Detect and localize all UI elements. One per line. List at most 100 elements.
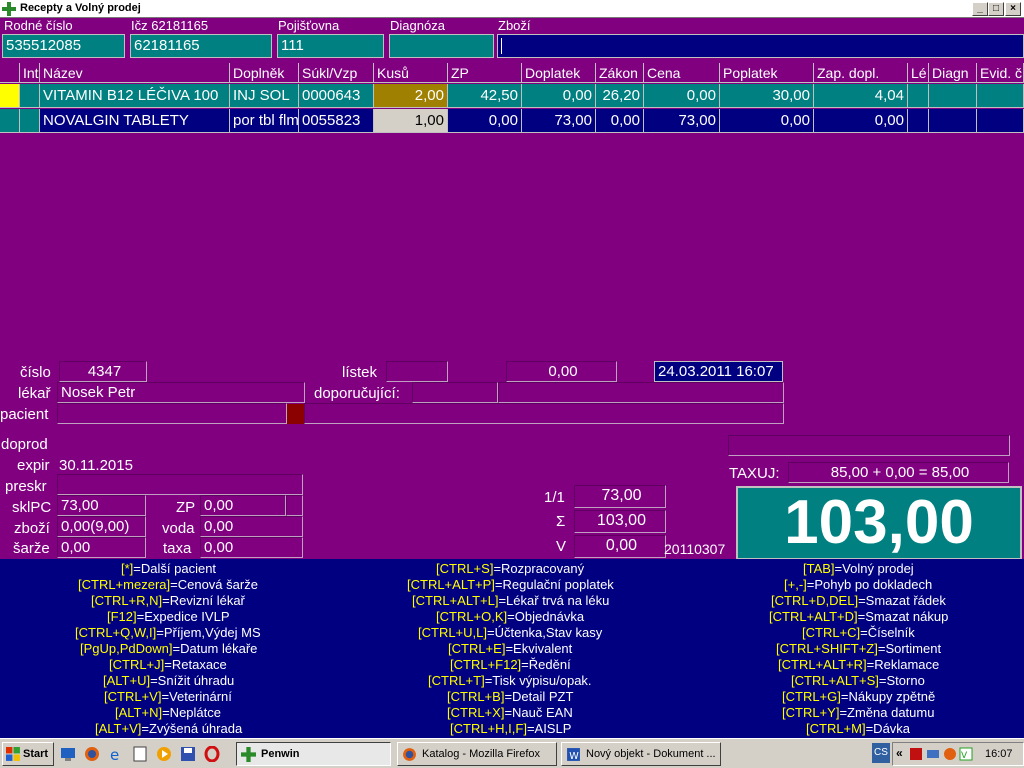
le-cell <box>908 109 929 133</box>
shortcut-key: [CTRL+V] <box>104 689 162 704</box>
col-header-zakon[interactable]: Zákon <box>596 63 644 83</box>
notepad-icon[interactable] <box>132 746 148 762</box>
table-row[interactable]: NOVALGIN TABLETY por tbl flm 0055823 1,0… <box>0 109 1024 133</box>
shortcut-item: [CTRL+SHIFT+Z]=Sortiment <box>776 641 941 656</box>
shortcut-text: =Pohyb po dokladech <box>806 577 933 592</box>
network-icon[interactable] <box>926 747 940 761</box>
lekar-field[interactable]: Nosek Petr <box>57 382 305 403</box>
sukl-cell: 0055823 <box>299 109 374 133</box>
kusu-cell[interactable]: 1,00 <box>374 109 448 133</box>
ie-icon[interactable]: e <box>108 746 124 762</box>
pharmacy-cross-icon <box>241 747 256 762</box>
media-player-icon[interactable] <box>156 746 172 762</box>
col-header-sukl[interactable]: Súkl/Vzp <box>299 63 374 83</box>
amount-field[interactable]: 0,00 <box>506 361 617 382</box>
cislo-field[interactable]: 4347 <box>59 361 147 382</box>
task-firefox[interactable]: Katalog - Mozilla Firefox <box>397 742 557 766</box>
system-tray: « V 16:07 <box>892 742 1024 766</box>
col-header-zp[interactable]: ZP <box>448 63 522 83</box>
shortcut-key: [CTRL+D,DEL] <box>771 593 859 608</box>
shortcut-text: =Snížit úhradu <box>150 673 235 688</box>
pdf-icon[interactable] <box>909 747 923 761</box>
save-disk-icon[interactable] <box>180 746 196 762</box>
tray-expand-icon[interactable]: « <box>896 746 903 760</box>
pacient-field[interactable] <box>57 403 287 424</box>
shortcut-key: [CTRL+R,N] <box>91 593 163 608</box>
antivirus-icon[interactable]: V <box>959 747 973 761</box>
col-header-int[interactable]: Int <box>20 63 40 83</box>
shortcut-key: [CTRL+SHIFT+Z] <box>776 641 878 656</box>
preskr-field[interactable] <box>57 474 303 495</box>
shortcut-key: [CTRL+mezera] <box>78 577 171 592</box>
word-document-icon: W <box>567 748 580 762</box>
firefox-icon <box>403 748 416 761</box>
close-button[interactable]: × <box>1005 2 1021 16</box>
kusu-cell[interactable]: 2,00 <box>374 84 448 108</box>
shortcut-text: =Datum lékaře <box>172 641 258 656</box>
rodne-cislo-label: Rodné číslo <box>4 18 73 33</box>
shortcut-key: [CTRL+U,L] <box>418 625 487 640</box>
doporucujici-field[interactable] <box>412 382 498 403</box>
table-row[interactable]: VITAMIN B12 LÉČIVA 100 INJ SOL 0000643 2… <box>0 84 1024 108</box>
col-header-poplatek[interactable]: Poplatek <box>720 63 814 83</box>
shortcut-text: =Regulační poplatek <box>494 577 614 592</box>
shortcut-item: [CTRL+V]=Veterinární <box>104 689 232 704</box>
zap-dopl-cell: 4,04 <box>814 84 908 108</box>
col-header-diagn[interactable]: Diagn <box>929 63 977 83</box>
shortcut-item: [CTRL+O,K]=Objednávka <box>436 609 584 624</box>
task-penwin[interactable]: Penwin <box>236 742 391 766</box>
firefox-tray-icon[interactable] <box>943 747 957 761</box>
rodne-cislo-field[interactable]: 535512085 <box>2 34 125 58</box>
shortcut-text: =Nákupy zpětně <box>840 689 936 704</box>
firefox-icon[interactable] <box>84 746 100 762</box>
desktop-icon[interactable] <box>60 746 76 762</box>
cislo-label: číslo <box>20 364 51 381</box>
pacient-lookup-button[interactable] <box>287 404 304 424</box>
opera-icon[interactable] <box>204 746 220 762</box>
doc-number: 20110307 <box>664 541 726 557</box>
language-indicator[interactable]: CS <box>872 743 890 763</box>
diagn-cell <box>929 84 977 108</box>
shortcut-text: =Dávka <box>865 721 911 736</box>
diagnoza-field[interactable] <box>389 34 494 58</box>
start-button[interactable]: Start <box>2 742 54 766</box>
shortcut-item: [CTRL+F12]=Ředění <box>450 657 571 672</box>
pojistovna-label: Pojišťovna <box>278 18 340 33</box>
col-header-nazev[interactable]: Název <box>40 63 230 83</box>
listek-field[interactable] <box>386 361 448 382</box>
zakon-cell: 0,00 <box>596 109 644 133</box>
shortcut-text: =Veterinární <box>161 689 232 704</box>
col-header-evid[interactable]: Evid. č <box>977 63 1024 83</box>
taskbar: Start e Penwin Katalog - Mozilla Firefox… <box>0 738 1024 768</box>
int-cell <box>20 109 40 133</box>
le-cell <box>908 84 929 108</box>
shortcut-text: =Smazat řádek <box>858 593 946 608</box>
col-header-cena[interactable]: Cena <box>644 63 720 83</box>
shortcut-key: [CTRL+H,I,F] <box>450 721 527 736</box>
col-header-zap-dopl[interactable]: Zap. dopl. <box>814 63 908 83</box>
col-header-doplatek[interactable]: Doplatek <box>522 63 596 83</box>
shortcut-key: [CTRL+ALT+R] <box>778 657 867 672</box>
nazev-cell: NOVALGIN TABLETY <box>40 109 230 133</box>
shortcut-help-panel: [*]=Další pacient [CTRL+mezera]=Cenová ša… <box>0 559 1024 738</box>
minimize-button[interactable]: _ <box>972 2 988 16</box>
shortcut-item: [CTRL+H,I,F]=AISLP <box>450 721 571 736</box>
maximize-button[interactable]: □ <box>988 2 1004 16</box>
shortcut-key: [CTRL+E] <box>448 641 506 656</box>
col-header-marker <box>0 63 20 83</box>
zbozi-search-input[interactable] <box>497 34 1024 58</box>
col-header-kusu[interactable]: Kusů <box>374 63 448 83</box>
info-field <box>728 435 1010 456</box>
task-label: Penwin <box>261 748 300 760</box>
pojistovna-field[interactable]: 111 <box>277 34 384 58</box>
pacient-detail-field[interactable] <box>304 403 784 424</box>
icz-field[interactable]: 62181165 <box>130 34 272 58</box>
col-header-le[interactable]: Lé <box>908 63 929 83</box>
doporucujici-name-field[interactable] <box>498 382 784 403</box>
datetime-field: 24.03.2011 16:07 <box>654 361 783 382</box>
task-document[interactable]: W Nový objekt - Dokument ... <box>561 742 721 766</box>
shortcut-item: [ALT+V]=Zvýšená úhrada <box>95 721 242 736</box>
shortcut-item: [CTRL+mezera]=Cenová šarže <box>78 577 258 592</box>
task-label: Nový objekt - Dokument ... <box>586 748 716 760</box>
col-header-doplnek[interactable]: Doplněk <box>230 63 299 83</box>
